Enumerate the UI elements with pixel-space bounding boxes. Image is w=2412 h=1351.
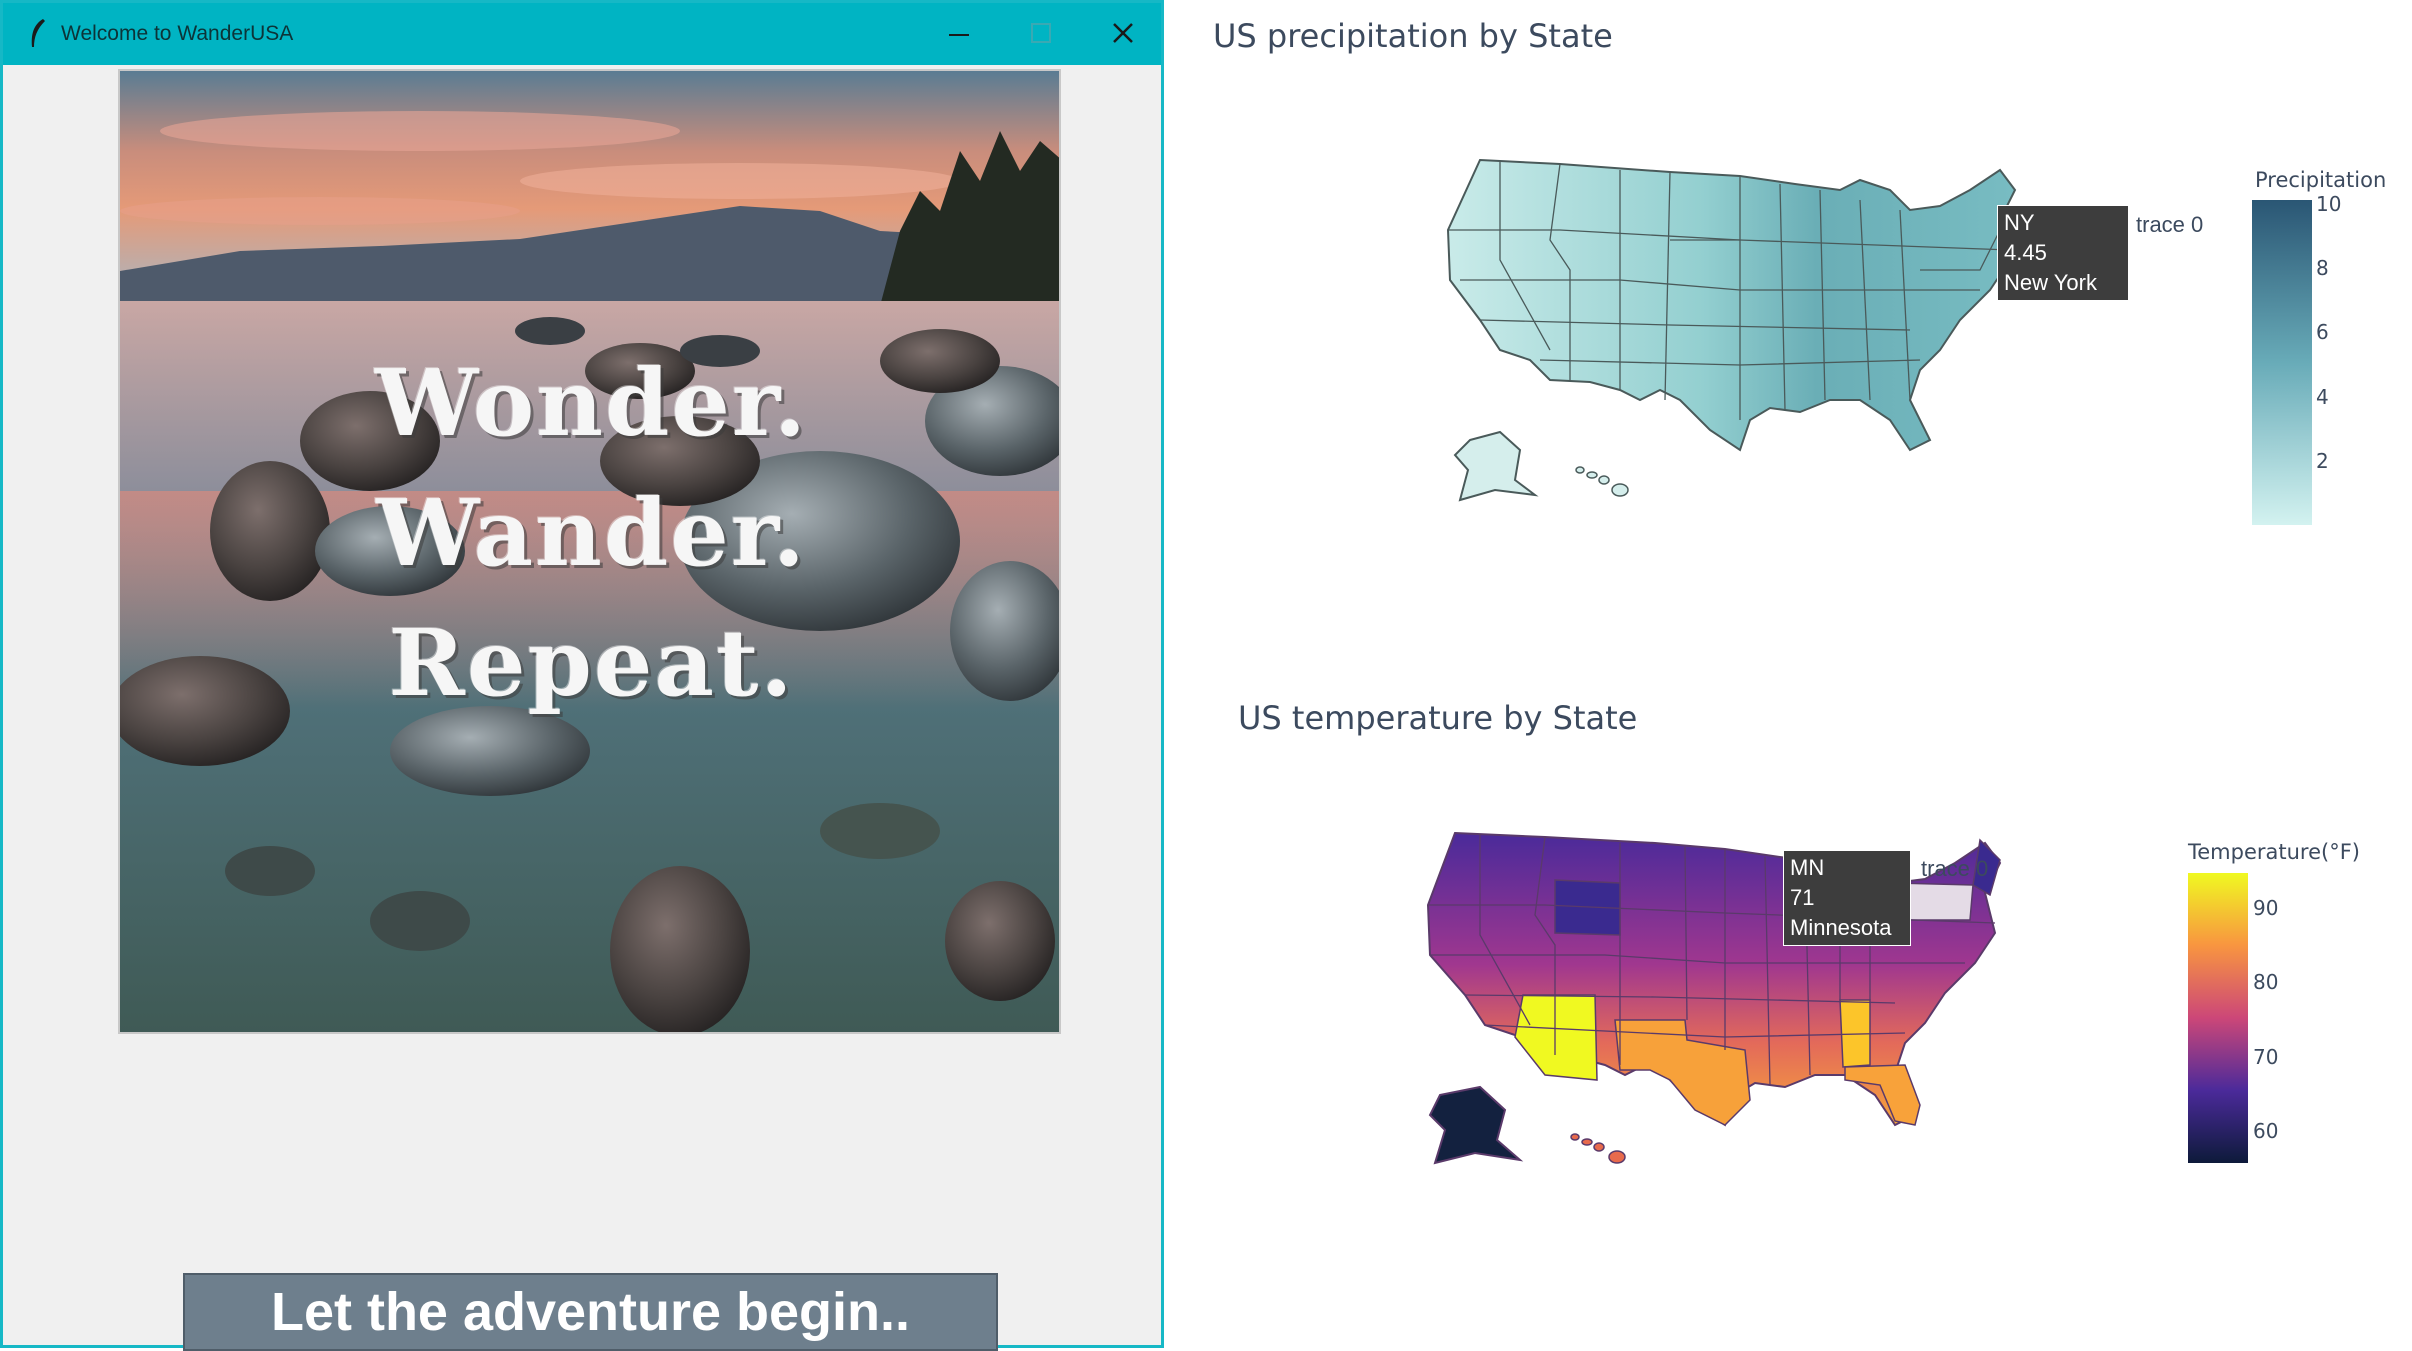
hero-image: Wonder. Wander. Repeat. xyxy=(118,69,1061,1034)
temperature-colorbar xyxy=(2188,873,2248,1163)
precipitation-hover-tooltip: NY 4.45 New York xyxy=(1997,205,2129,301)
temp-tick-90: 90 xyxy=(2253,896,2279,920)
temp-tick-70: 70 xyxy=(2253,1045,2279,1069)
precip-tick-2: 2 xyxy=(2316,449,2329,473)
hero-line-3: Repeat. xyxy=(388,609,795,717)
hover-state-name: Minnesota xyxy=(1790,915,1892,940)
temperature-trace-label: trace 0 xyxy=(1921,856,1989,881)
hero-line-1: Wonder. xyxy=(375,349,808,457)
hover-value: 71 xyxy=(1790,885,1815,910)
close-icon xyxy=(1113,23,1133,43)
precipitation-trace-label: trace 0 xyxy=(2136,212,2204,237)
precipitation-colorbar-title: Precipitation xyxy=(2255,168,2387,192)
temp-tick-80: 80 xyxy=(2253,970,2279,994)
hover-state-code: NY xyxy=(2004,210,2035,235)
temp-tick-60: 60 xyxy=(2253,1119,2279,1143)
precip-tick-10: 10 xyxy=(2316,192,2342,216)
precipitation-colorbar xyxy=(2252,200,2312,525)
hover-state-name: New York xyxy=(2004,270,2097,295)
alaska-shape xyxy=(1453,430,1539,502)
temperature-chart-title: US temperature by State xyxy=(1238,699,1638,737)
precip-tick-6: 6 xyxy=(2316,320,2329,344)
hero-line-2: Wander. xyxy=(376,479,807,587)
us-mainland-shape xyxy=(1446,158,2017,452)
app-window: Welcome to WanderUSA Wonder. Wander. Rep… xyxy=(0,0,1164,1351)
precipitation-map[interactable] xyxy=(1440,150,2040,540)
window-titlebar[interactable]: Welcome to WanderUSA xyxy=(3,3,1161,65)
maximize-button[interactable] xyxy=(1007,11,1077,57)
precip-tick-4: 4 xyxy=(2316,385,2329,409)
temperature-colorbar-title: Temperature(°F) xyxy=(2188,840,2360,864)
alaska-shape xyxy=(1428,1085,1524,1165)
minimize-icon xyxy=(949,34,969,36)
hawaii-shape xyxy=(1575,466,1629,497)
minimize-button[interactable] xyxy=(925,11,995,57)
feather-icon xyxy=(31,19,45,47)
precip-tick-8: 8 xyxy=(2316,256,2329,280)
window-title: Welcome to WanderUSA xyxy=(61,22,294,45)
arizona-state xyxy=(1514,994,1598,1081)
precipitation-chart-title: US precipitation by State xyxy=(1213,17,1613,55)
hawaii-shape xyxy=(1570,1133,1626,1164)
adventure-button[interactable]: Let the adventure begin.. xyxy=(183,1273,998,1351)
hover-value: 4.45 xyxy=(2004,240,2047,265)
hover-state-code: MN xyxy=(1790,855,1825,880)
maximize-icon xyxy=(1031,23,1051,43)
temperature-hover-tooltip: MN 71 Minnesota xyxy=(1783,850,1911,946)
close-button[interactable] xyxy=(1089,11,1159,57)
